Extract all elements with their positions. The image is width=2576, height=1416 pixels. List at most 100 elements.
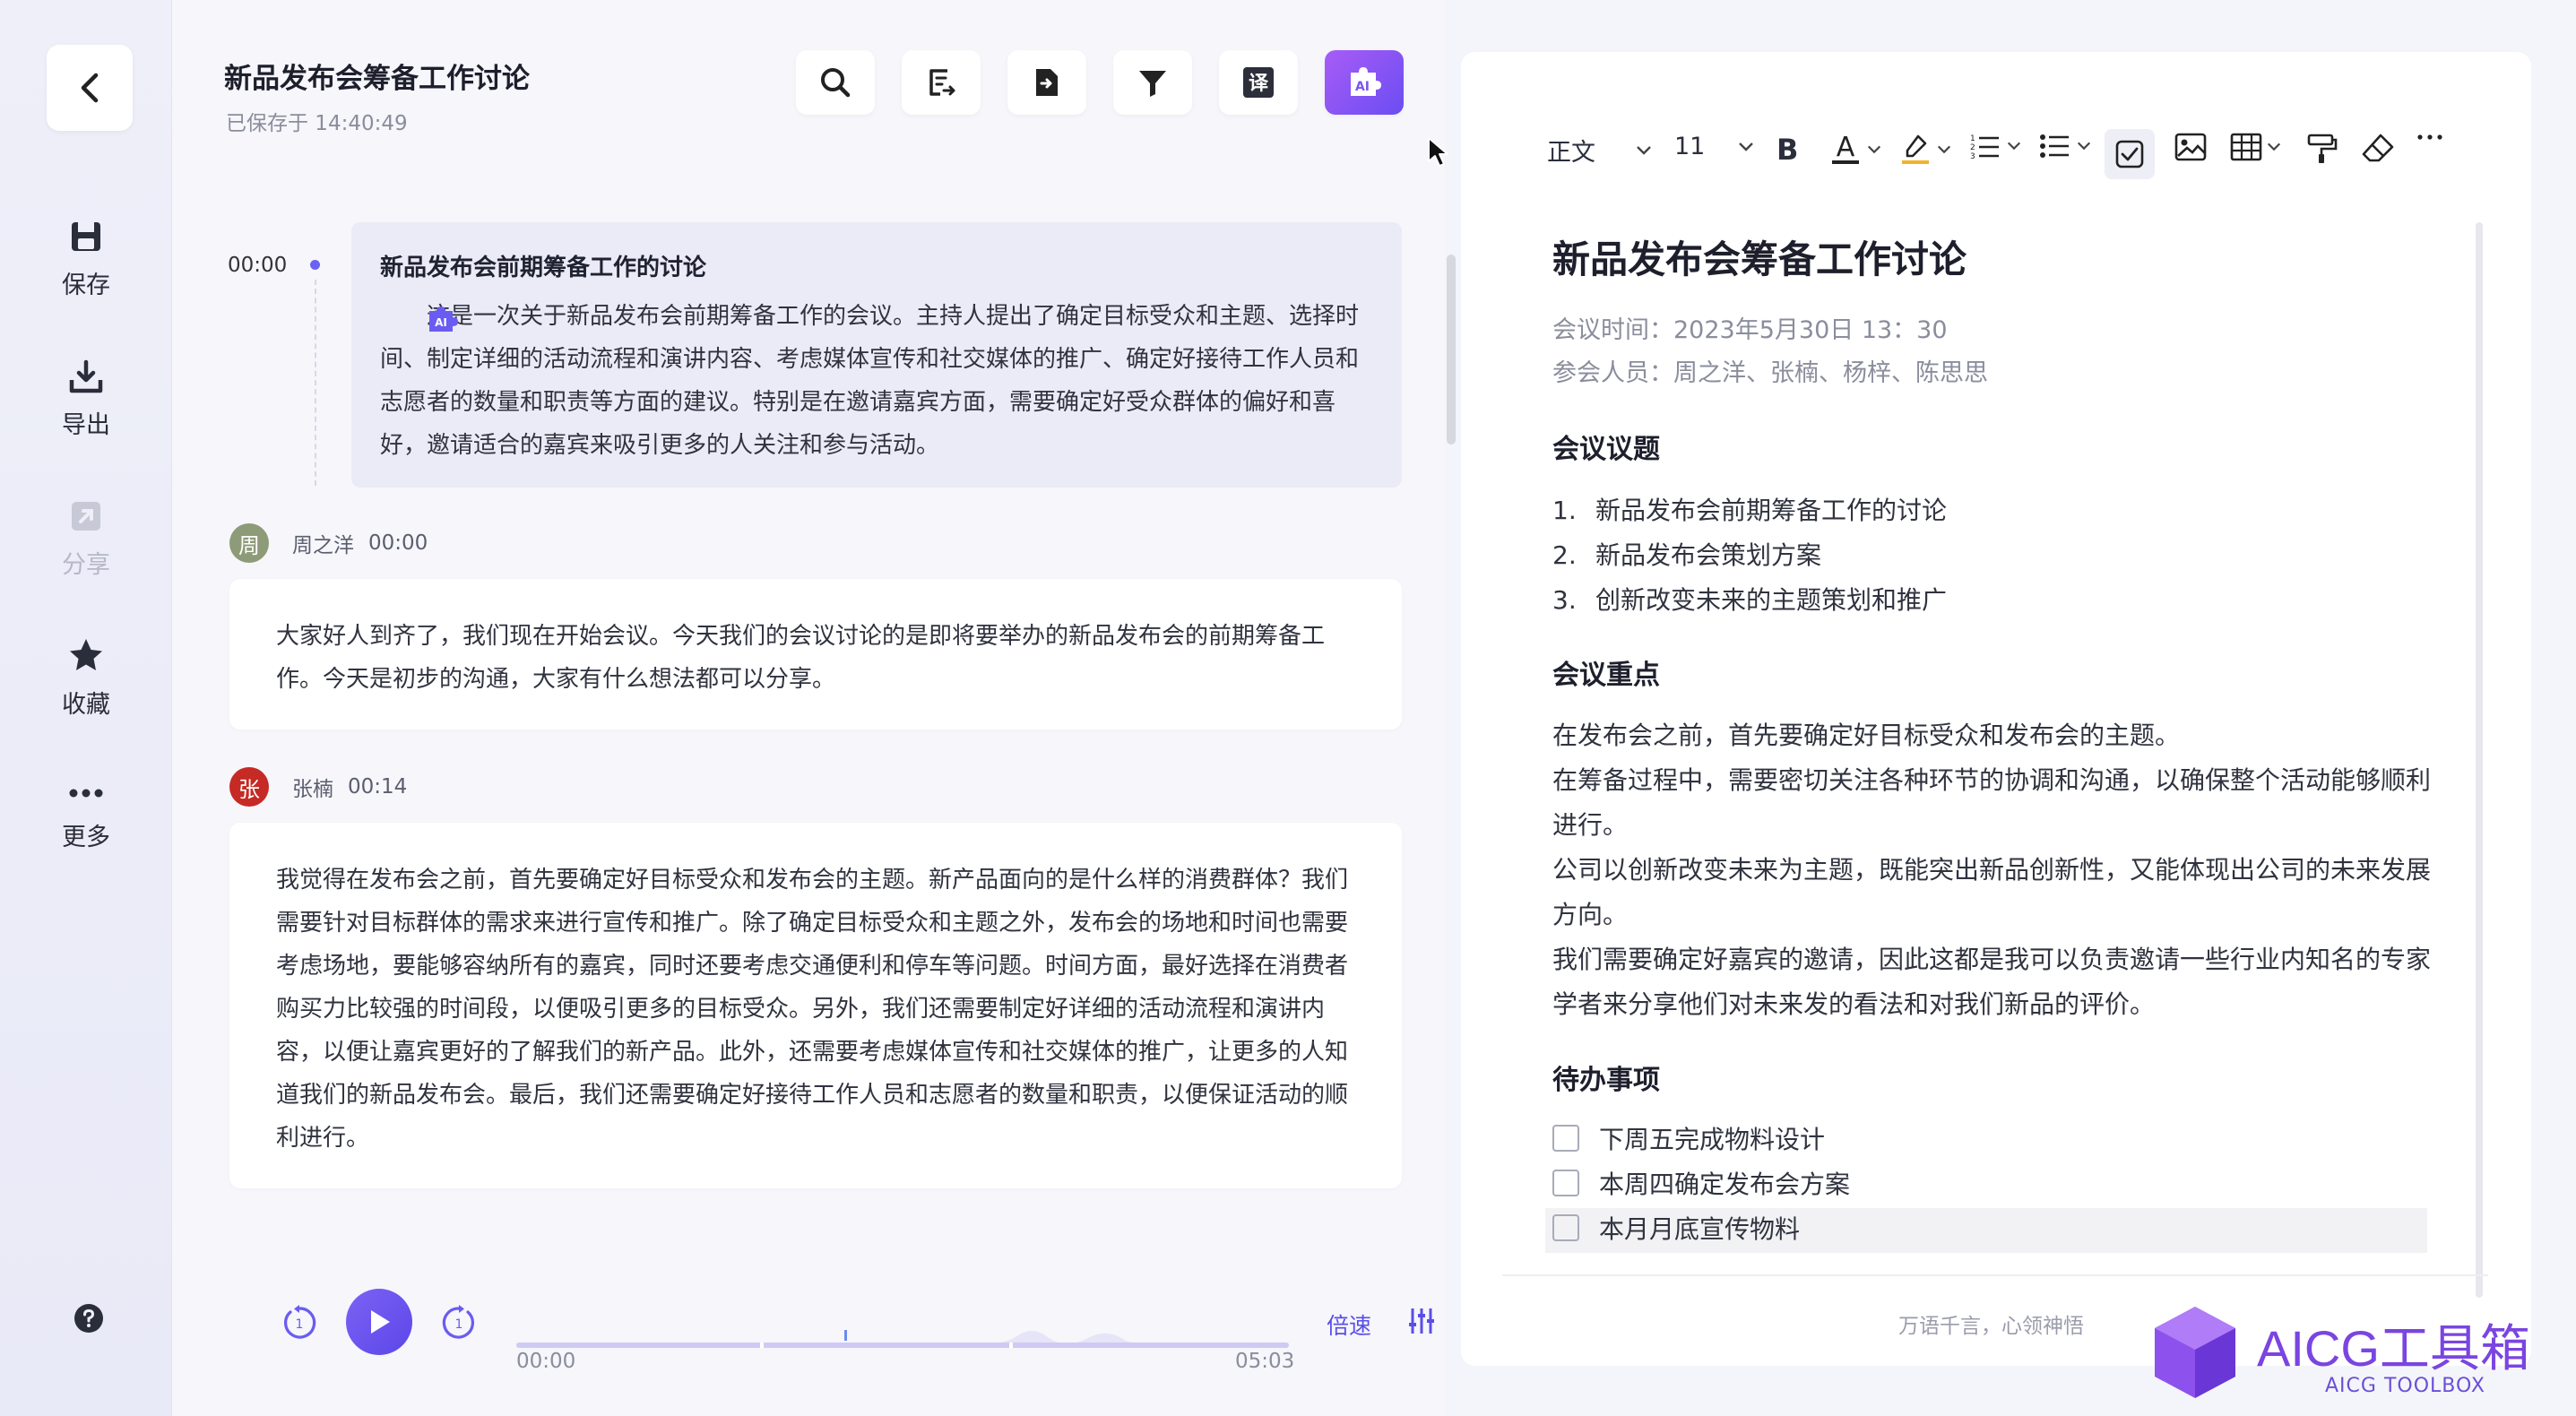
- ai-assistant-button[interactable]: AI: [1325, 50, 1404, 115]
- filter-button[interactable]: [1113, 50, 1192, 115]
- message-card[interactable]: 大家好人到齐了，我们现在开始会议。今天我们的会议讨论的是即将要举办的新品发布会的…: [229, 579, 1402, 730]
- sidebar-item-share[interactable]: 分享: [0, 498, 172, 580]
- total-time: 05:03: [1235, 1350, 1295, 1373]
- checklist-button[interactable]: [2105, 129, 2155, 179]
- image-button[interactable]: [2174, 133, 2207, 161]
- speaker-time[interactable]: 00:14: [348, 775, 407, 799]
- sidebar-item-more[interactable]: 更多: [0, 780, 172, 852]
- avatar: 周: [229, 523, 269, 563]
- chevron-down-icon: [1867, 145, 1881, 154]
- ordered-list-button[interactable]: 123: [1970, 133, 2022, 160]
- save-icon: [72, 222, 100, 251]
- highlighter-icon: [1902, 134, 1929, 164]
- todo-heading[interactable]: 待办事项: [1552, 1058, 1660, 1097]
- sidebar-item-favorite[interactable]: 收藏: [0, 636, 172, 720]
- topic-item[interactable]: 2. 新品发布会策划方案: [1552, 536, 1821, 572]
- svg-text:1: 1: [455, 1317, 463, 1332]
- transcript-scrollbar[interactable]: [1447, 255, 1456, 445]
- svg-text:1: 1: [296, 1317, 304, 1332]
- topic-text: 新品发布会前期筹备工作的讨论: [1595, 496, 1948, 525]
- progress-track[interactable]: [516, 1314, 1289, 1350]
- forward-button[interactable]: 1: [441, 1305, 477, 1344]
- summary-text: 这是一次关于新品发布会前期筹备工作的会议。主持人提出了确定目标受众和主题、选择时…: [380, 303, 1360, 459]
- todo-item[interactable]: 本月月底宣传物料: [1552, 1210, 1800, 1246]
- attendees[interactable]: 参会人员：周之洋、张楠、杨梓、陈思思: [1552, 353, 1988, 388]
- editor-footer-divider: [1502, 1274, 2488, 1276]
- format-painter-button[interactable]: [2305, 133, 2338, 165]
- editor-scrollbar[interactable]: [2476, 222, 2483, 1298]
- help-button[interactable]: [73, 1303, 104, 1337]
- more-tools-button[interactable]: [2416, 133, 2443, 142]
- todo-text: 本月月底宣传物料: [1599, 1214, 1801, 1244]
- sidebar-item-export[interactable]: 导出: [0, 358, 172, 440]
- speaker-time[interactable]: 00:00: [368, 531, 428, 555]
- keypoints-heading[interactable]: 会议重点: [1552, 652, 1660, 692]
- todo-item[interactable]: 下周五完成物料设计: [1552, 1120, 1825, 1156]
- summary-timestamp: 00:00: [228, 254, 288, 277]
- size-dropdown[interactable]: 11: [1674, 133, 1755, 160]
- rewind-button[interactable]: 1: [281, 1305, 317, 1344]
- svg-text:1: 1: [1970, 134, 1975, 143]
- sidebar-item-label: 导出: [62, 411, 110, 439]
- checkbox-icon: [2115, 140, 2144, 168]
- chevron-down-icon: [1739, 142, 1754, 151]
- equalizer-icon: [1409, 1308, 1434, 1334]
- sidebar-item-save[interactable]: 保存: [0, 219, 172, 300]
- watermark-subtext: AICG TOOLBOX: [2325, 1375, 2485, 1397]
- translate-button[interactable]: 译: [1219, 50, 1298, 115]
- style-label: 正文: [1547, 139, 1595, 167]
- sidebar-item-label: 分享: [62, 551, 110, 579]
- document-replace-icon: [929, 69, 955, 96]
- todo-checkbox[interactable]: [1552, 1170, 1579, 1196]
- waveform: [516, 1330, 1289, 1348]
- current-time: 00:00: [516, 1350, 576, 1373]
- topic-number: 1.: [1552, 496, 1577, 525]
- speed-button[interactable]: 倍速: [1327, 1308, 1371, 1341]
- todo-checkbox[interactable]: [1552, 1125, 1579, 1152]
- replace-button[interactable]: [902, 50, 981, 115]
- search-button[interactable]: [796, 50, 875, 115]
- back-button[interactable]: [47, 45, 133, 131]
- sidebar-item-label: 收藏: [62, 691, 110, 719]
- topic-text: 创新改变未来的主题策划和推广: [1595, 585, 1948, 615]
- summary-title: 新品发布会前期筹备工作的讨论: [380, 255, 707, 281]
- todo-checkbox[interactable]: [1552, 1214, 1579, 1241]
- keypoints-text[interactable]: 在发布会之前，首先要确定好目标受众和发布会的主题。 在筹备过程中，需要密切关注各…: [1552, 713, 2449, 1027]
- topic-item[interactable]: 3. 创新改变未来的主题策划和推广: [1552, 581, 1947, 617]
- bullet-list-button[interactable]: [2040, 133, 2092, 160]
- play-button[interactable]: [346, 1289, 412, 1355]
- clear-format-button[interactable]: [2361, 133, 2395, 163]
- svg-text:2: 2: [1970, 143, 1975, 152]
- font-color-button[interactable]: A: [1830, 133, 1882, 167]
- topic-number: 3.: [1552, 585, 1577, 615]
- summary-text-wrap: AI 这是一次关于新品发布会前期筹备工作的会议。主持人提出了确定目标受众和主题、…: [380, 295, 1373, 467]
- more-icon: [2417, 134, 2442, 140]
- meeting-time[interactable]: 会议时间：2023年5月30日 13：30: [1552, 310, 1948, 345]
- topics-heading[interactable]: 会议议题: [1552, 427, 1660, 466]
- message-text: 大家好人到齐了，我们现在开始会议。今天我们的会议讨论的是即将要举办的新品发布会的…: [276, 623, 1326, 693]
- style-dropdown[interactable]: 正文: [1547, 133, 1653, 168]
- speaker-name: 张楠: [292, 778, 333, 801]
- equalizer-button[interactable]: [1407, 1307, 1436, 1339]
- help-icon: [74, 1304, 103, 1333]
- topic-text: 新品发布会策划方案: [1595, 540, 1822, 570]
- svg-text:AI: AI: [435, 316, 447, 329]
- svg-text:3: 3: [1970, 152, 1975, 160]
- message-card[interactable]: 我觉得在发布会之前，首先要确定好目标受众和发布会的主题。新产品面向的是什么样的消…: [229, 823, 1402, 1188]
- paint-roller-icon: [2307, 134, 2338, 163]
- topic-item[interactable]: 1. 新品发布会前期筹备工作的讨论: [1552, 491, 1947, 527]
- font-color-icon: A: [1832, 133, 1859, 164]
- topic-number: 2.: [1552, 540, 1577, 570]
- table-button[interactable]: [2230, 133, 2282, 161]
- todo-item[interactable]: 本周四确定发布会方案: [1552, 1165, 1850, 1201]
- editor-footer-slogan: 万语千言，心领神悟: [1898, 1315, 2084, 1338]
- file-arrow-icon: [1036, 69, 1058, 96]
- highlight-button[interactable]: [1900, 133, 1952, 167]
- eraser-icon: [2362, 134, 2394, 162]
- bold-button[interactable]: B: [1776, 133, 1798, 167]
- import-button[interactable]: [1007, 50, 1086, 115]
- sidebar-item-label: 保存: [62, 272, 110, 299]
- editor-title[interactable]: 新品发布会筹备工作讨论: [1552, 229, 1967, 284]
- cube-logo-icon: [2155, 1307, 2235, 1398]
- timeline-line: [315, 280, 316, 486]
